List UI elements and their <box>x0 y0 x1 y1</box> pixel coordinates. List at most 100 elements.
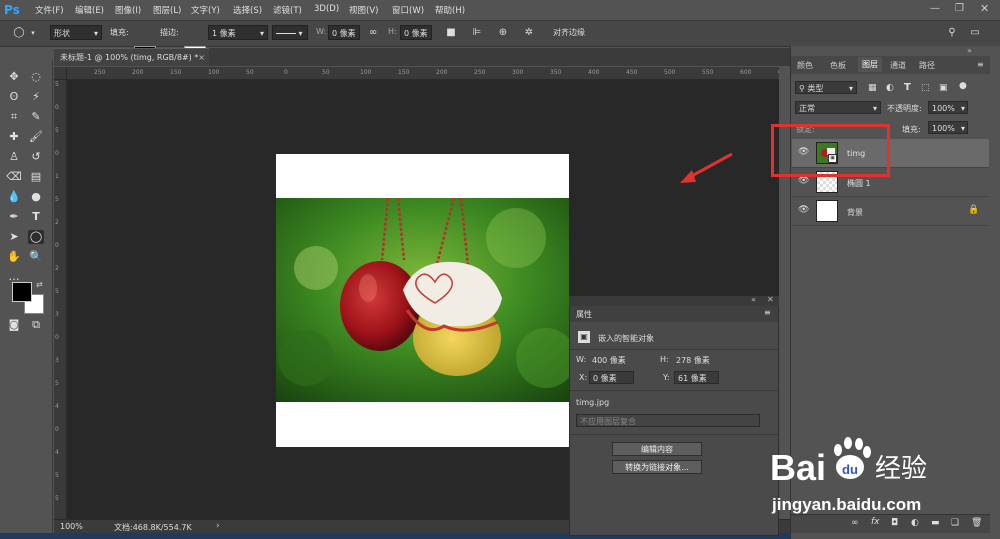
shape-mode-select[interactable]: 形状 ▾ <box>50 25 102 40</box>
healing-brush-icon[interactable]: ✚ <box>6 130 22 144</box>
tab-color[interactable]: 颜色 <box>797 60 813 71</box>
minimize-icon[interactable]: — <box>930 3 940 14</box>
eyedropper-tool-icon[interactable]: ✎ <box>28 110 44 124</box>
layer-filter-select[interactable]: ⚲ 类型 ▾ <box>795 81 857 94</box>
foreground-color-swatch[interactable] <box>12 282 32 302</box>
menu-3d[interactable]: 3D(D) <box>314 4 339 14</box>
adjustment-filter-icon[interactable]: ◐ <box>886 83 894 93</box>
path-selection-icon[interactable]: ➤ <box>6 230 22 244</box>
menu-file[interactable]: 文件(F) <box>35 4 64 16</box>
visibility-eye-icon[interactable]: 👁 <box>798 205 809 215</box>
dodge-tool-icon[interactable]: ● <box>28 190 44 204</box>
fill-input[interactable]: 100% ▾ <box>928 121 968 134</box>
svg-text:du: du <box>842 462 858 477</box>
menu-type[interactable]: 文字(Y) <box>191 4 220 16</box>
ruler-tick-label: 5 <box>55 380 59 387</box>
type-filter-icon[interactable]: T <box>904 82 911 93</box>
document-tab[interactable]: 未标题-1 @ 100% (timg, RGB/8#) * × <box>54 48 209 66</box>
ruler-tick-label: 400 <box>588 69 600 76</box>
jingyan-text: 经验 <box>875 454 927 484</box>
menu-filter[interactable]: 滤镜(T) <box>273 4 302 16</box>
pixel-filter-icon[interactable]: ▦ <box>868 83 877 93</box>
panel-menu-icon[interactable]: ≡ <box>977 60 984 69</box>
blend-mode-label: 正常 <box>799 104 815 113</box>
ellipse-tool-preset-icon[interactable]: ◯ <box>12 26 26 40</box>
height-input[interactable]: 0 像素 <box>400 25 432 40</box>
pen-tool-icon[interactable]: ✒ <box>6 210 22 224</box>
path-align-icon[interactable]: ⊫ <box>470 26 484 40</box>
search-icon[interactable]: ⚲ <box>945 26 959 40</box>
source-filename: timg.jpg <box>576 398 610 407</box>
layer-name[interactable]: 椭圆 1 <box>847 178 871 189</box>
link-icon[interactable]: ∞ <box>366 26 380 40</box>
type-tool-icon[interactable]: T <box>28 210 44 224</box>
opacity-input[interactable]: 100% ▾ <box>928 101 968 114</box>
width-input[interactable]: 0 像素 <box>328 25 360 40</box>
stroke-width-input[interactable]: 1 像素 ▾ <box>208 25 268 40</box>
smart-object-image[interactable] <box>276 198 569 402</box>
ruler-origin[interactable] <box>54 67 67 80</box>
x-input[interactable]: 0 像素 <box>589 371 634 384</box>
path-arrange-icon[interactable]: ⊕ <box>496 26 510 40</box>
tab-layers[interactable]: 图层 <box>858 57 882 72</box>
menu-view[interactable]: 视图(V) <box>349 4 378 16</box>
zoom-tool-icon[interactable]: 🔍 <box>28 250 44 264</box>
convert-to-linked-button[interactable]: 转换为链接对象... <box>612 460 702 474</box>
lasso-tool-icon[interactable]: ʘ <box>6 90 22 104</box>
zoom-level[interactable]: 100% <box>60 522 83 531</box>
menu-image[interactable]: 图像(I) <box>115 4 141 16</box>
visibility-eye-icon[interactable]: 👁 <box>798 176 809 186</box>
restore-icon[interactable]: ❐ <box>955 3 964 14</box>
close-icon[interactable]: ✕ <box>980 2 989 15</box>
ruler-tick-label: 0 <box>55 242 59 249</box>
crop-tool-icon[interactable]: ⌗ <box>6 110 22 124</box>
move-tool-icon[interactable]: ✥ <box>6 70 22 84</box>
magic-wand-icon[interactable]: ⚡ <box>28 90 44 104</box>
collapse-dock-icon[interactable]: » <box>967 46 972 55</box>
ruler-tick-label: 3 <box>55 311 59 318</box>
gear-icon[interactable]: ✲ <box>522 26 536 40</box>
stroke-label: 描边: <box>160 28 179 37</box>
history-brush-icon[interactable]: ↺ <box>28 150 44 164</box>
panel-menu-icon[interactable]: ≡ <box>764 308 771 317</box>
menu-edit[interactable]: 编辑(E) <box>75 4 104 16</box>
smart-object-filter-icon[interactable]: ▣ <box>939 83 948 93</box>
stroke-type-select[interactable]: ▾ <box>272 25 308 40</box>
gradient-tool-icon[interactable]: ▤ <box>28 170 44 184</box>
quick-mask-icon[interactable]: ◙ <box>6 318 22 332</box>
layer-name[interactable]: 背景 <box>847 207 863 218</box>
hand-tool-icon[interactable]: ✋ <box>6 250 22 264</box>
collapse-panel-icon[interactable]: « <box>751 295 756 304</box>
edit-contents-button[interactable]: 编辑内容 <box>612 442 702 456</box>
close-panel-icon[interactable]: ✕ <box>767 295 774 304</box>
chevron-down-icon[interactable]: ▾ <box>26 26 40 40</box>
layer-comp-select[interactable]: 不应用图层复合 <box>576 414 760 427</box>
blend-mode-select[interactable]: 正常 ▾ <box>795 101 881 114</box>
status-menu-arrow-icon[interactable]: › <box>216 521 220 531</box>
menu-select[interactable]: 选择(S) <box>233 4 262 16</box>
close-tab-icon[interactable]: × <box>198 49 205 67</box>
path-ops-icon[interactable]: ■ <box>444 26 458 40</box>
properties-title[interactable]: 属性 <box>576 309 592 320</box>
y-input[interactable]: 61 像素 <box>674 371 719 384</box>
shape-filter-icon[interactable]: ⬚ <box>921 83 930 93</box>
menu-layer[interactable]: 图层(L) <box>153 4 181 16</box>
tab-swatches[interactable]: 色板 <box>830 60 846 71</box>
clone-stamp-icon[interactable]: ♙ <box>6 150 22 164</box>
workspace-icon[interactable]: ▭ <box>968 26 982 40</box>
layer-row-background[interactable]: 👁 背景 🔒 <box>792 197 989 226</box>
tab-paths[interactable]: 路径 <box>919 60 935 71</box>
menu-window[interactable]: 窗口(W) <box>392 4 424 16</box>
screen-mode-icon[interactable]: ⧉ <box>28 318 44 332</box>
filter-toggle-icon[interactable]: ● <box>959 81 967 91</box>
brush-tool-icon[interactable]: 🖌 <box>28 130 44 144</box>
marquee-tool-icon[interactable]: ◌ <box>28 70 44 84</box>
ruler-tick-label: 500 <box>664 69 676 76</box>
menu-help[interactable]: 帮助(H) <box>435 4 465 16</box>
ellipse-tool-icon[interactable]: ◯ <box>28 230 44 244</box>
swap-colors-icon[interactable]: ⇄ <box>36 280 43 289</box>
eraser-tool-icon[interactable]: ⌫ <box>6 170 22 184</box>
ruler-tick-label: 250 <box>94 69 106 76</box>
tab-channels[interactable]: 通道 <box>890 60 906 71</box>
blur-tool-icon[interactable]: 💧 <box>6 190 22 204</box>
